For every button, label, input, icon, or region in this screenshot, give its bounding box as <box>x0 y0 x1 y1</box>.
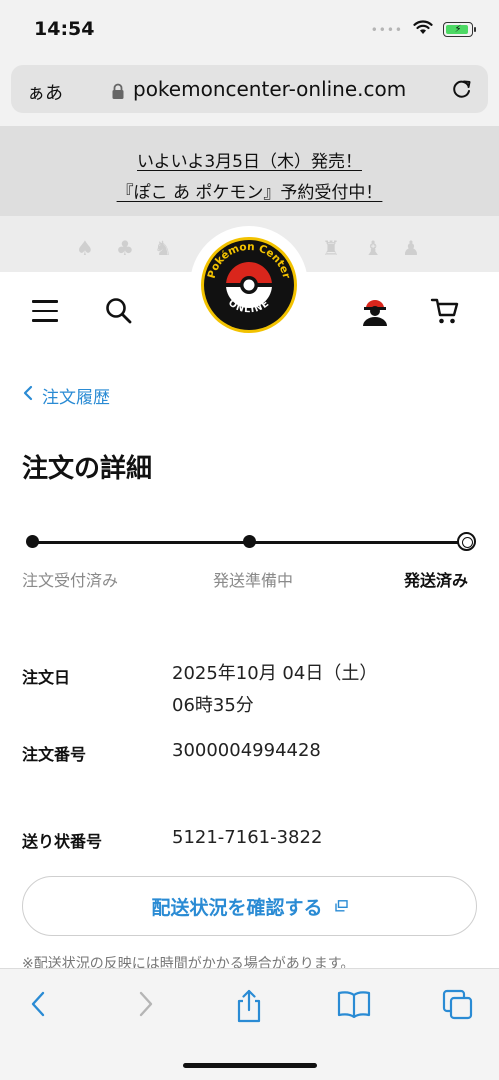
progress-step-label: 注文受付済み <box>22 571 119 590</box>
tabs-icon[interactable] <box>442 989 474 1025</box>
bookmarks-icon[interactable] <box>336 989 372 1023</box>
home-indicator <box>183 1063 317 1068</box>
pokemon-silhouette-icon: ♠ <box>76 236 94 260</box>
pokemon-silhouette-icon: ♣ <box>116 236 134 260</box>
tracking-number-value: 5121-7161-3822 <box>172 827 323 848</box>
chevron-left-icon <box>22 385 34 406</box>
check-delivery-status-button[interactable]: 配送状況を確認する <box>22 876 477 936</box>
lock-icon <box>111 83 125 104</box>
cellular-signal-icon: •••• <box>370 22 403 37</box>
reader-settings-button[interactable]: ぁあ <box>27 79 63 105</box>
page-title: 注文の詳細 <box>22 454 153 484</box>
forward-arrow-icon[interactable] <box>136 989 156 1023</box>
address-bar[interactable]: ぁあ pokemoncenter-online.com <box>11 65 488 113</box>
promo-line-1[interactable]: いよいよ3月5日（木）発売！ <box>137 152 362 172</box>
search-icon[interactable] <box>104 296 134 330</box>
back-arrow-icon[interactable] <box>28 989 48 1023</box>
progress-step-dot <box>26 535 39 548</box>
promo-banner[interactable]: いよいよ3月5日（木）発売！ 『ぽこ あ ポケモン』予約受付中！ <box>0 126 499 216</box>
progress-step-label-current: 発送済み <box>404 571 469 590</box>
order-date-line: 2025年10月 04日（土） <box>172 663 378 684</box>
pokemon-center-logo[interactable]: Pokémon Center ONLINE <box>199 235 299 335</box>
progress-step-label: 発送準備中 <box>213 571 294 590</box>
pokemon-silhouette-icon: ♝ <box>364 236 382 260</box>
url-text[interactable]: pokemoncenter-online.com <box>133 77 406 101</box>
battery-icon: ⚡ <box>443 22 476 37</box>
account-icon[interactable] <box>360 296 390 332</box>
status-bar: 14:54 •••• ⚡ <box>0 0 499 60</box>
pokemon-silhouette-icon: ♜ <box>322 236 340 260</box>
order-date-label: 注文日 <box>22 668 71 687</box>
order-number-value: 3000004994428 <box>172 740 321 761</box>
back-link-label[interactable]: 注文履歴 <box>42 383 110 408</box>
status-indicators: •••• ⚡ <box>370 20 476 39</box>
progress-step-dot <box>243 535 256 548</box>
reload-icon[interactable] <box>450 77 474 105</box>
check-delivery-status-label: 配送状況を確認する <box>151 896 323 919</box>
pokemon-silhouette-icon: ♟ <box>402 236 420 260</box>
progress-current-step-marker <box>457 532 476 551</box>
cart-icon[interactable] <box>430 296 460 330</box>
hamburger-menu-icon[interactable] <box>32 300 58 324</box>
share-icon[interactable] <box>233 989 265 1027</box>
order-date-value: 2025年10月 04日（土） 06時35分 <box>172 658 377 721</box>
wifi-icon <box>413 20 433 39</box>
pokemon-silhouette-icon: ♞ <box>154 236 172 260</box>
tracking-number-label: 送り状番号 <box>22 832 103 851</box>
order-number-label: 注文番号 <box>22 745 87 764</box>
status-time: 14:54 <box>34 18 95 40</box>
order-time-line: 06時35分 <box>172 694 254 716</box>
external-window-icon <box>334 895 348 917</box>
promo-line-2[interactable]: 『ぽこ あ ポケモン』予約受付中！ <box>117 183 383 203</box>
browser-address-area: ぁあ pokemoncenter-online.com <box>0 60 499 126</box>
back-to-order-history-link[interactable]: 注文履歴 <box>22 383 110 408</box>
